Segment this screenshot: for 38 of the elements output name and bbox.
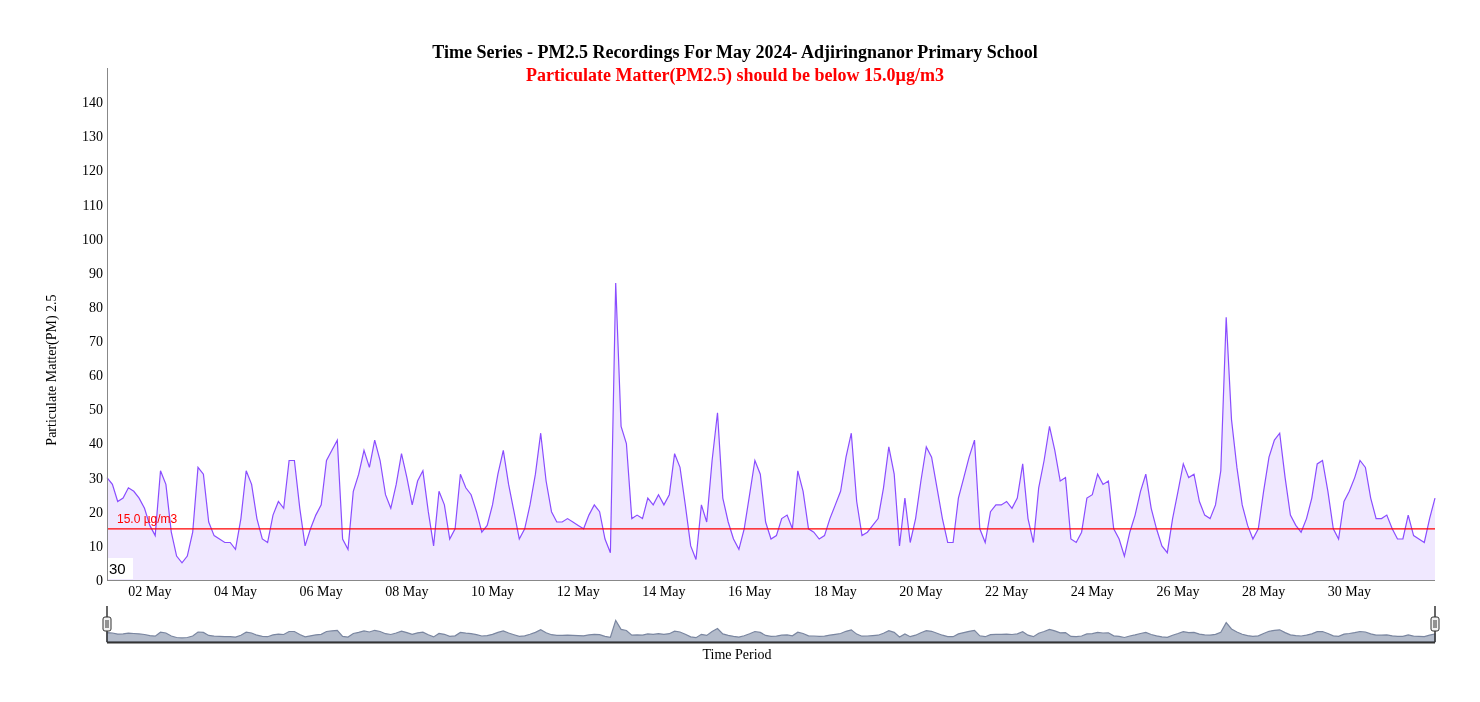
x-tick-label: 02 May bbox=[128, 584, 172, 599]
x-tick-label: 26 May bbox=[1156, 584, 1200, 599]
navigator-handle[interactable] bbox=[102, 616, 112, 632]
x-tick-label: 06 May bbox=[299, 584, 343, 599]
threshold-label: 15.0 µg/m3 bbox=[117, 511, 178, 526]
y-tick-label: 100 bbox=[82, 231, 103, 247]
y-tick-label: 0 bbox=[96, 573, 103, 588]
y-tick-label: 70 bbox=[89, 334, 103, 350]
y-tick-label: 20 bbox=[89, 504, 103, 520]
x-tick-label: 24 May bbox=[1070, 584, 1114, 599]
navigator-handle[interactable] bbox=[1430, 616, 1440, 632]
y-tick-label: 60 bbox=[89, 368, 103, 384]
y-tick-label: 40 bbox=[89, 436, 103, 452]
x-tick-label: 28 May bbox=[1242, 584, 1286, 599]
x-tick-label: 20 May bbox=[899, 584, 943, 599]
chart-title: Time Series - PM2.5 Recordings For May 2024- Adjiringnanor Primary School bbox=[432, 41, 1038, 63]
y-tick-label: 80 bbox=[89, 299, 103, 315]
x-tick-label: 04 May bbox=[213, 584, 258, 599]
y-axis-label: Particulate Matter(PM) 2.5 bbox=[44, 294, 59, 446]
y-tick-label: 140 bbox=[82, 95, 103, 111]
y-tick-label: 30 bbox=[89, 470, 103, 486]
x-tick-label: 16 May bbox=[728, 584, 772, 599]
x-tick-label: 08 May bbox=[385, 584, 429, 599]
x-tick-label: 22 May bbox=[985, 584, 1029, 599]
y-tick-label: 110 bbox=[82, 197, 103, 213]
y-tick-label: 120 bbox=[82, 163, 103, 179]
x-axis-label: Time Period bbox=[702, 647, 772, 662]
x-tick-label: 30 May bbox=[1327, 584, 1371, 599]
y-tick-label: 130 bbox=[82, 129, 103, 145]
x-tick-label: 10 May bbox=[470, 584, 515, 599]
range-label: 30 bbox=[108, 558, 133, 579]
x-tick-label: 18 May bbox=[813, 584, 857, 599]
y-tick-label: 90 bbox=[89, 265, 103, 281]
y-tick-label: 50 bbox=[89, 402, 103, 418]
y-tick-label: 10 bbox=[89, 538, 103, 554]
x-tick-label: 12 May bbox=[556, 584, 600, 599]
x-tick-label: 14 May bbox=[642, 584, 686, 599]
chart-subtitle: Particulate Matter(PM2.5) should be below 15.0µg/m3 bbox=[526, 64, 944, 87]
